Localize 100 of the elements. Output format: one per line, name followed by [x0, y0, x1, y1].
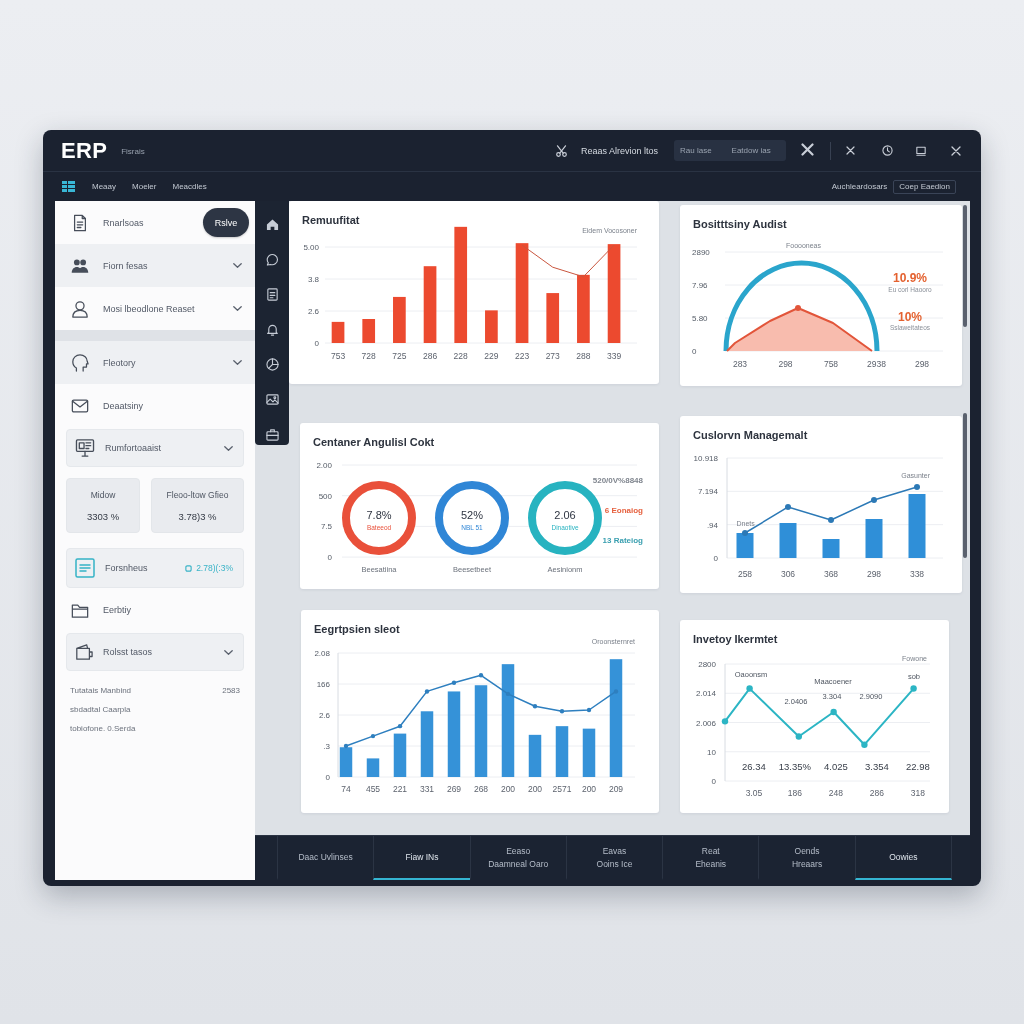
axis-label: 2.00 [316, 461, 332, 470]
data-point [478, 673, 484, 678]
filter-option[interactable]: Eatdow ias [731, 146, 771, 155]
bottom-tab[interactable]: Fiaw INs [373, 836, 470, 880]
data-point [613, 689, 619, 694]
close-icon[interactable] [951, 145, 961, 156]
axis-label: 258 [737, 569, 753, 579]
bottom-tab[interactable]: Oends Hreaars [758, 836, 855, 880]
data-point [370, 733, 376, 739]
data-point [505, 691, 511, 697]
app-subtitle: Fisrais [121, 147, 145, 156]
stat-label: Fleoo-ltow Gfieo [166, 489, 229, 500]
bar [362, 319, 376, 343]
bar [339, 747, 353, 777]
scrollbar-thumb[interactable] [963, 413, 967, 558]
axis-label: 318 [910, 788, 925, 798]
axis-label: 166 [316, 680, 330, 689]
action-button[interactable]: Rslve [203, 208, 249, 237]
axis-label: 283 [732, 359, 748, 369]
bar [822, 539, 840, 558]
menu-item[interactable]: Meaay [92, 182, 116, 191]
wallet-icon [75, 643, 93, 661]
head-icon [71, 353, 89, 372]
sidebar-item[interactable]: Mosi lbeodlone Reaset [55, 287, 255, 330]
document-icon[interactable] [265, 288, 279, 301]
sidebar-item[interactable]: Rolsst tasos [66, 633, 244, 671]
ring-value: 2.06 [554, 509, 576, 521]
axis-label: 74 [341, 784, 351, 794]
scrollbar-thumb[interactable] [963, 205, 967, 327]
legend-label: 6 Eonaiog [604, 506, 643, 515]
data-point [424, 689, 430, 694]
axis-label: 2800 [698, 660, 716, 669]
sidebar-item[interactable]: Deaatsiny [55, 384, 255, 427]
home-icon[interactable] [265, 218, 279, 231]
axis-label: 269 [446, 784, 462, 794]
axis-label: 200 [527, 784, 543, 794]
sidebar-item[interactable]: Fleotory [55, 341, 255, 384]
grid-icon[interactable] [62, 181, 75, 192]
axis-label: 0 [711, 777, 716, 786]
chat-icon[interactable] [265, 253, 279, 266]
bottom-tab[interactable]: Daac Uvlinses [277, 836, 374, 880]
menu-item[interactable]: Moeler [132, 182, 157, 191]
stat-value: 3.78)3 % [178, 510, 217, 522]
axis-label: 7.5 [320, 522, 332, 532]
cross-icon[interactable] [846, 146, 855, 155]
axis-label: 500 [318, 491, 332, 501]
data-point [914, 484, 920, 490]
axis-label: 3.8 [307, 275, 319, 284]
axis-label: 186 [787, 788, 802, 798]
card-title: Remuufitat [302, 214, 360, 226]
data-point [532, 704, 538, 709]
sidebar-item[interactable]: Rumfortoaaist [66, 429, 244, 467]
x-mark-icon[interactable] [801, 142, 814, 156]
menu-item[interactable]: Meacdles [172, 182, 207, 191]
sidebar-item[interactable]: Fiorn fesas [55, 244, 255, 287]
image-icon[interactable] [265, 393, 279, 406]
card-title: Invetoy Ikermtet [693, 633, 778, 645]
card-title: Eegrtpsien sleot [314, 623, 400, 635]
briefcase-icon[interactable] [265, 428, 279, 441]
data-point [785, 504, 791, 510]
sidebar-item[interactable]: Rnarlsoas Rslve [55, 201, 255, 244]
bottom-tab[interactable]: Eeaso Daamneal Oaro [469, 836, 566, 880]
bar [420, 711, 434, 777]
axis-label: 758 [823, 359, 839, 369]
data-point [721, 718, 729, 725]
axis-label: 725 [392, 351, 407, 361]
bell-icon[interactable] [265, 323, 279, 336]
axis-label: 753 [330, 351, 346, 361]
data-label: 13.35% [778, 760, 811, 772]
ring-value: 7.8% [366, 509, 392, 521]
scissors-icon[interactable] [555, 144, 567, 157]
bottom-tab[interactable]: Eavas Ooins Ice [565, 836, 663, 880]
footer-text: sbdadtal Caarpla [70, 705, 131, 714]
app-logo: ERP [61, 138, 108, 163]
filter-option[interactable]: Rau lase [680, 146, 712, 155]
axis-label: 0 [327, 553, 332, 563]
axis-label: 200 [500, 784, 516, 794]
data-point [397, 723, 403, 729]
bottom-tab[interactable]: Reat Eheanis [662, 836, 759, 880]
sidebar-item[interactable]: Eerbtiy [55, 588, 255, 631]
stat-value: 3303 % [86, 510, 120, 522]
axis-label: 298 [866, 569, 882, 579]
axis-label: 228 [453, 351, 468, 361]
card-title: Centaner Angulisl Cokt [313, 436, 435, 448]
axis-label: .94 [706, 520, 718, 530]
pie-chart-icon[interactable] [265, 358, 279, 371]
axis-label: 2938 [867, 359, 886, 369]
axis-label: 10.918 [693, 454, 718, 463]
data-point [830, 708, 837, 716]
header-button[interactable]: Coep Eaedion [893, 179, 956, 194]
window-icon[interactable] [916, 145, 926, 156]
bottom-tab[interactable]: Oowies [854, 836, 952, 880]
clock-icon[interactable] [882, 144, 893, 156]
sidebar-item[interactable]: Forsnheus 2.78)(:3% [66, 548, 244, 588]
axis-label: 5.00 [303, 243, 319, 252]
toolbar-link[interactable]: Reaas Alrevion ltos [580, 145, 658, 156]
bar [555, 726, 569, 777]
axis-label: 2.014 [695, 689, 716, 699]
bar [582, 728, 596, 777]
axis-label: 223 [514, 351, 530, 361]
